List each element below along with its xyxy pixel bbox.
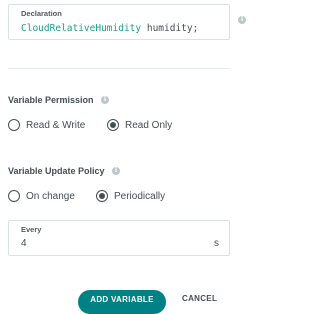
radio-read-write-label: Read & Write xyxy=(26,119,86,131)
every-field[interactable]: Every s xyxy=(8,220,230,256)
radio-periodically-label: Periodically xyxy=(114,190,166,202)
declaration-field: Declaration CloudRelativeHumidity humidi… xyxy=(8,4,230,40)
radio-on-change-label: On change xyxy=(26,190,75,202)
radio-on-change[interactable]: On change xyxy=(8,190,75,202)
radio-read-write-circle[interactable] xyxy=(8,119,20,131)
declaration-code: CloudRelativeHumidity humidity; xyxy=(21,23,198,34)
radio-periodically[interactable]: Periodically xyxy=(96,190,165,202)
radio-read-only[interactable]: Read Only xyxy=(107,119,172,131)
update-policy-info-icon[interactable]: i xyxy=(112,167,120,175)
declaration-info-icon[interactable]: i xyxy=(238,16,246,24)
radio-periodically-circle[interactable] xyxy=(96,190,108,202)
declaration-label: Declaration xyxy=(21,9,62,18)
declaration-variable: humidity; xyxy=(146,23,199,34)
radio-on-change-circle[interactable] xyxy=(8,190,20,202)
every-input[interactable] xyxy=(21,238,171,249)
radio-read-write[interactable]: Read & Write xyxy=(8,119,85,131)
radio-read-only-label: Read Only xyxy=(125,119,173,131)
cancel-button[interactable]: CANCEL xyxy=(182,294,217,303)
every-unit: s xyxy=(214,238,219,249)
variable-update-policy-title: Variable Update Policy xyxy=(8,166,105,176)
radio-read-only-circle[interactable] xyxy=(107,119,119,131)
variable-permission-title: Variable Permission xyxy=(8,95,94,105)
every-label: Every xyxy=(21,225,42,234)
permission-info-icon[interactable]: i xyxy=(101,96,109,104)
add-variable-button[interactable]: ADD VARIABLE xyxy=(78,290,166,314)
divider xyxy=(8,68,230,69)
declaration-type: CloudRelativeHumidity xyxy=(21,23,142,34)
